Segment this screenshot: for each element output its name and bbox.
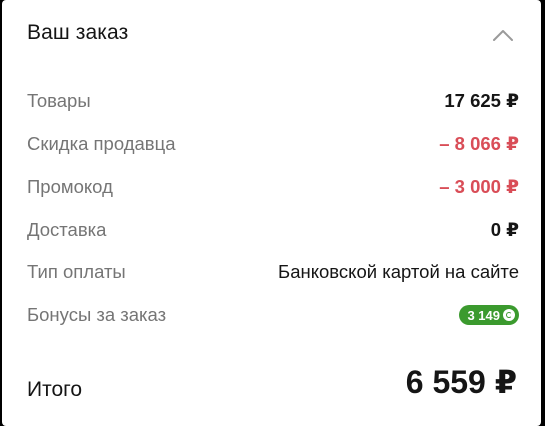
bonus-coin-icon	[503, 309, 515, 321]
chevron-up-icon	[493, 30, 513, 41]
seller-discount-value: – 8 066 ₽	[439, 133, 519, 154]
row-goods: Товары 17 625 ₽	[27, 87, 519, 115]
bonus-badge: 3 149	[459, 305, 519, 325]
payment-type-value: Банковской картой на сайте	[278, 261, 519, 282]
bonus-label: Бонусы за заказ	[27, 304, 167, 325]
row-promo: Промокод – 3 000 ₽	[27, 173, 519, 201]
row-bonus: Бонусы за заказ 3 149	[27, 301, 519, 329]
seller-discount-label: Скидка продавца	[27, 133, 176, 154]
collapse-button[interactable]	[491, 26, 515, 44]
delivery-value: 0 ₽	[490, 219, 519, 240]
delivery-label: Доставка	[27, 219, 107, 240]
row-payment-type: Тип оплаты Банковской картой на сайте	[27, 258, 519, 286]
row-seller-discount: Скидка продавца – 8 066 ₽	[27, 130, 519, 158]
order-summary-title: Ваш заказ	[27, 21, 129, 44]
goods-label: Товары	[27, 90, 91, 111]
bonus-amount: 3 149	[467, 307, 500, 323]
order-summary-card: Ваш заказ Товары 17 625 ₽ Скидка продавц…	[2, 0, 541, 426]
payment-type-label: Тип оплаты	[27, 261, 126, 282]
row-delivery: Доставка 0 ₽	[27, 216, 519, 244]
total-label: Итого	[27, 378, 83, 401]
promo-value: – 3 000 ₽	[439, 176, 519, 197]
promo-label: Промокод	[27, 176, 113, 197]
total-value: 6 559 ₽	[405, 364, 517, 400]
goods-value: 17 625 ₽	[444, 90, 519, 111]
